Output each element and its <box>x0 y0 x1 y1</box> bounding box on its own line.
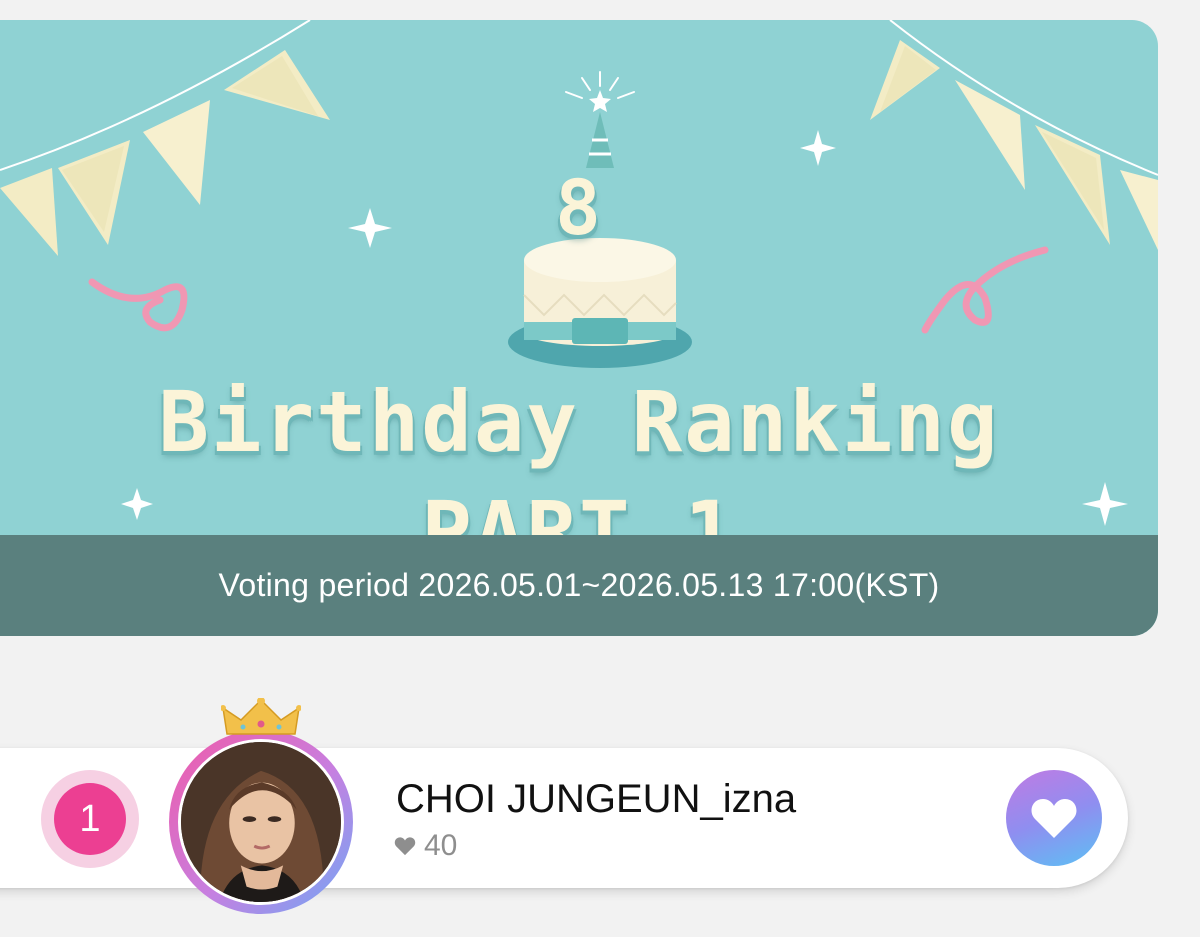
ribbon-left <box>88 278 188 332</box>
avatar-portrait <box>181 742 341 902</box>
cake-number: 8 <box>555 163 603 252</box>
vote-count-row: 40 <box>394 828 457 864</box>
idol-name: CHOI JUNGEUN_izna <box>396 777 797 821</box>
small-heart-icon <box>394 837 416 856</box>
banner-title: Birthday Ranking <box>158 373 1000 471</box>
heart-icon <box>1031 799 1077 838</box>
voting-period: Voting period 2026.05.01~2026.05.13 17:0… <box>0 535 1158 636</box>
ribbon-right <box>921 246 1049 334</box>
avatar[interactable] <box>178 739 344 905</box>
crown-icon <box>221 698 301 735</box>
event-banner[interactable]: 8 Birthday Ranking PART.1 Voting period … <box>0 20 1158 636</box>
rank-badge: 1 <box>54 783 126 855</box>
vote-count: 40 <box>424 829 458 862</box>
vote-heart-button[interactable] <box>1006 770 1102 866</box>
bunting-string-right <box>889 20 1158 176</box>
